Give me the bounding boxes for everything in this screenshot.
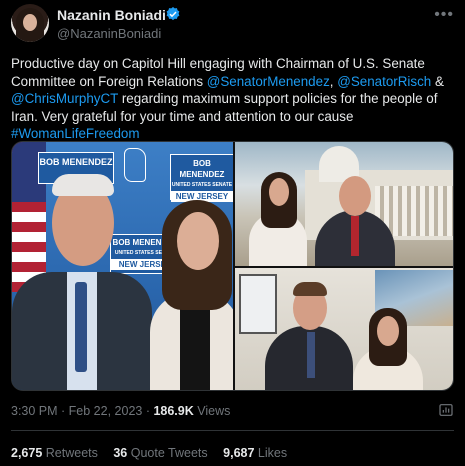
tie: [351, 216, 359, 256]
media-grid: BOB MENENDEZ BOB MENENDEZ UNITED STATES …: [11, 141, 454, 391]
photo-murphy[interactable]: [235, 268, 453, 390]
banner-top-right: BOB MENENDEZ UNITED STATES SENATE NEW JE…: [170, 154, 233, 202]
author-name[interactable]: Nazanin Boniadi: [57, 7, 166, 23]
woman-head: [269, 178, 289, 206]
hashtag-link-womanlifefreedom[interactable]: #WomanLifeFreedom: [11, 126, 140, 141]
likes-label: Likes: [257, 446, 288, 460]
retweets-label: Retweets: [45, 446, 98, 460]
more-icon[interactable]: •••: [434, 6, 454, 24]
tweet-time[interactable]: 3:30 PM: [11, 404, 58, 418]
likes-stat[interactable]: 9,687 Likes: [223, 446, 287, 460]
tweet-date[interactable]: Feb 22, 2023: [69, 404, 143, 418]
mention-link-chrismurphyct[interactable]: @ChrisMurphyCT: [11, 91, 118, 106]
tie: [307, 332, 315, 378]
divider: [11, 430, 454, 431]
photo-menendez[interactable]: BOB MENENDEZ BOB MENENDEZ UNITED STATES …: [12, 142, 233, 390]
man-hair: [52, 174, 114, 196]
man-hair: [293, 282, 327, 296]
views-label: Views: [197, 404, 231, 418]
tweet-header: Nazanin Boniadi @NazaninBoniadi •••: [11, 4, 454, 44]
avatar[interactable]: [11, 4, 49, 42]
quotes-label: Quote Tweets: [130, 446, 208, 460]
avatar-face: [23, 14, 37, 31]
banner-text: UNITED STATES SENATE: [171, 182, 233, 188]
meta-separator: ·: [57, 404, 69, 418]
retweets-count: 2,675: [11, 446, 43, 460]
mention-link-senatormenendez[interactable]: @SenatorMenendez: [207, 74, 330, 89]
woman-head: [177, 212, 219, 270]
mention-link-senatorrisch[interactable]: @SenatorRisch: [337, 74, 431, 89]
verified-badge-icon: [166, 7, 180, 21]
banner-text: BOB MENENDEZ: [179, 159, 225, 179]
engagement-stats: 2,675 Retweets 36 Quote Tweets 9,687 Lik…: [11, 446, 299, 460]
tie: [75, 282, 87, 372]
tweet-text-part: &: [431, 73, 444, 89]
woman-head: [377, 316, 399, 346]
painting-left: [239, 274, 277, 334]
tweet-meta: 3:30 PM · Feb 22, 2023 · 186.9K Views: [11, 404, 230, 418]
views-count: 186.9K: [153, 404, 194, 418]
meta-separator: ·: [142, 404, 154, 418]
likes-count: 9,687: [223, 446, 255, 460]
banner-text: BOB MENENDEZ: [39, 157, 113, 167]
analytics-icon[interactable]: [438, 402, 454, 418]
photo-risch[interactable]: [235, 142, 453, 266]
quotes-count: 36: [113, 446, 128, 460]
retweets-stat[interactable]: 2,675 Retweets: [11, 446, 98, 460]
quotes-stat[interactable]: 36 Quote Tweets: [113, 446, 207, 460]
author-handle[interactable]: @NazaninBoniadi: [57, 26, 161, 41]
nj-outline: [124, 148, 146, 182]
man-head: [339, 176, 371, 216]
tweet-text: Productive day on Capitol Hill engaging …: [11, 55, 455, 143]
